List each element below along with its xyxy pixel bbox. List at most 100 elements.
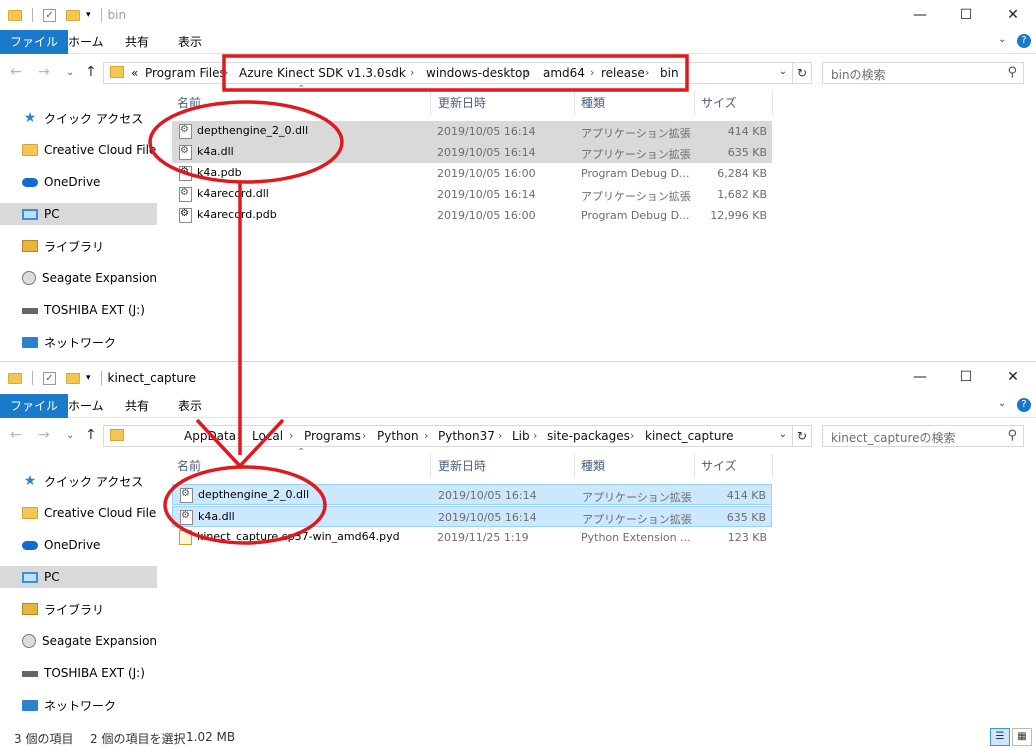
minimize-button[interactable]: — [897,362,943,392]
column-header-name[interactable]: 名前 [177,91,201,115]
chevron-right-icon[interactable]: › [498,429,502,442]
column-header-size[interactable]: サイズ [701,91,737,115]
column-header-date[interactable]: 更新日時 [438,91,486,115]
ribbon-expand-icon[interactable]: ⌄ [998,398,1006,409]
recent-locations-icon[interactable]: ⌄ [66,67,74,78]
column-divider[interactable] [694,91,695,115]
new-folder-icon[interactable] [66,372,80,384]
column-divider[interactable] [772,91,773,115]
chevron-right-icon[interactable]: › [224,66,228,79]
folder-icon[interactable] [8,9,22,21]
address-bar[interactable]: « Program Files › Azure Kinect SDK v1.3.… [103,62,793,84]
nav-library[interactable]: ライブラリ [0,598,157,620]
back-arrow-icon[interactable]: ← [10,64,22,80]
refresh-icon[interactable]: ↻ [792,62,812,84]
tab-home[interactable]: ホーム [58,394,114,418]
minimize-button[interactable]: — [897,0,943,30]
refresh-icon[interactable]: ↻ [792,425,812,447]
nav-pc[interactable]: PC [0,566,157,588]
ribbon-expand-icon[interactable]: ⌄ [998,34,1006,45]
nav-onedrive[interactable]: OneDrive [0,171,157,193]
breadcrumb-segment[interactable]: Lib [512,429,530,443]
breadcrumb-segment[interactable]: Programs [304,429,361,443]
tab-view[interactable]: 表示 [168,394,212,418]
breadcrumb-segment[interactable]: Python [377,429,419,443]
breadcrumb-segment[interactable]: Azure Kinect SDK v1.3.0 [239,66,384,80]
breadcrumb-segment[interactable]: site-packages [547,429,630,443]
file-row[interactable]: k4a.dll 2019/10/05 16:14 アプリケーション拡張 635 KB [172,142,772,163]
breadcrumb-segment[interactable]: Program Files [145,66,226,80]
chevron-right-icon[interactable]: › [377,66,381,79]
column-divider[interactable] [574,91,575,115]
breadcrumb-overflow[interactable]: « [131,66,138,80]
search-input[interactable]: kinect_captureの検索 ⚲ [822,425,1024,447]
chevron-right-icon[interactable]: › [590,66,594,79]
nav-library[interactable]: ライブラリ [0,235,157,257]
file-row[interactable]: k4arecord.dll 2019/10/05 16:14 アプリケーション拡張 1… [172,184,772,205]
up-arrow-icon[interactable]: ↑ [85,427,97,443]
tab-view[interactable]: 表示 [168,30,212,54]
address-dropdown-icon[interactable]: ⌄ [774,425,792,447]
details-view-icon[interactable]: ☰ [990,728,1010,746]
search-icon[interactable]: ⚲ [1007,65,1017,80]
breadcrumb-segment[interactable]: sdk [385,66,406,80]
column-header-type[interactable]: 種類 [581,454,605,478]
chevron-right-icon[interactable]: › [533,429,537,442]
breadcrumb-segment[interactable]: Local [252,429,283,443]
column-divider[interactable] [430,454,431,478]
properties-icon[interactable]: ✓ [43,371,56,385]
close-button[interactable]: ✕ [990,362,1036,392]
properties-icon[interactable]: ✓ [43,8,56,22]
breadcrumb-segment[interactable]: bin [660,66,679,80]
chevron-right-icon[interactable]: › [362,429,366,442]
help-icon[interactable]: ? [1017,398,1031,412]
breadcrumb-segment[interactable]: AppData [184,429,236,443]
column-header-date[interactable]: 更新日時 [438,454,486,478]
back-arrow-icon[interactable]: ← [10,427,22,443]
column-divider[interactable] [772,454,773,478]
column-header-type[interactable]: 種類 [581,91,605,115]
file-row[interactable]: depthengine_2_0.dll 2019/10/05 16:14 アプリケー… [172,121,772,142]
chevron-right-icon[interactable]: › [525,66,529,79]
new-folder-icon[interactable] [66,9,80,21]
file-row[interactable]: k4arecord.pdb 2019/10/05 16:00 Program Deb… [172,205,772,226]
tab-home[interactable]: ホーム [58,30,114,54]
chevron-right-icon[interactable]: › [630,429,634,442]
nav-creative-cloud[interactable]: Creative Cloud Files [0,502,157,524]
nav-network[interactable]: ネットワーク [0,694,157,716]
nav-quick-access[interactable]: ★ クイック アクセス [0,107,157,129]
chevron-right-icon[interactable]: › [424,429,428,442]
breadcrumb-segment[interactable]: Python37 [438,429,495,443]
chevron-right-icon[interactable]: › [289,429,293,442]
breadcrumb-segment[interactable]: amd64 [543,66,585,80]
folder-icon[interactable] [8,372,22,384]
nav-onedrive[interactable]: OneDrive [0,534,157,556]
nav-pc[interactable]: PC [0,203,157,225]
column-divider[interactable] [694,454,695,478]
breadcrumb-segment[interactable]: release [601,66,645,80]
file-row[interactable]: depthengine_2_0.dll 2019/10/05 16:14 アプリケー… [172,484,772,505]
nav-seagate[interactable]: Seagate Expansion Dr [0,267,157,289]
nav-toshiba[interactable]: TOSHIBA EXT (J:) [0,299,157,321]
column-divider[interactable] [574,454,575,478]
breadcrumb-segment[interactable]: windows-desktop [426,66,530,80]
nav-creative-cloud[interactable]: Creative Cloud Files [0,139,157,161]
large-icons-view-icon[interactable]: ▦ [1012,728,1032,746]
up-arrow-icon[interactable]: ↑ [85,64,97,80]
customize-toolbar-icon[interactable]: ▾ [86,10,91,20]
tab-share[interactable]: 共有 [115,394,159,418]
file-row[interactable]: k4a.dll 2019/10/05 16:14 アプリケーション拡張 635 KB [172,506,772,527]
close-button[interactable]: ✕ [990,0,1036,30]
search-icon[interactable]: ⚲ [1007,428,1017,443]
maximize-button[interactable]: ☐ [943,0,989,30]
column-divider[interactable] [430,91,431,115]
nav-network[interactable]: ネットワーク [0,331,157,353]
help-icon[interactable]: ? [1017,34,1031,48]
nav-toshiba[interactable]: TOSHIBA EXT (J:) [0,662,157,684]
address-bar[interactable]: AppData › Local › Programs › Python › Py… [103,425,793,447]
file-row[interactable]: kinect_capture.cp37-win_amd64.pyd 2019/11… [172,527,772,548]
file-row[interactable]: k4a.pdb 2019/10/05 16:00 Program Debug D..… [172,163,772,184]
search-input[interactable]: binの検索 ⚲ [822,62,1024,84]
maximize-button[interactable]: ☐ [943,362,989,392]
forward-arrow-icon[interactable]: → [38,64,50,80]
